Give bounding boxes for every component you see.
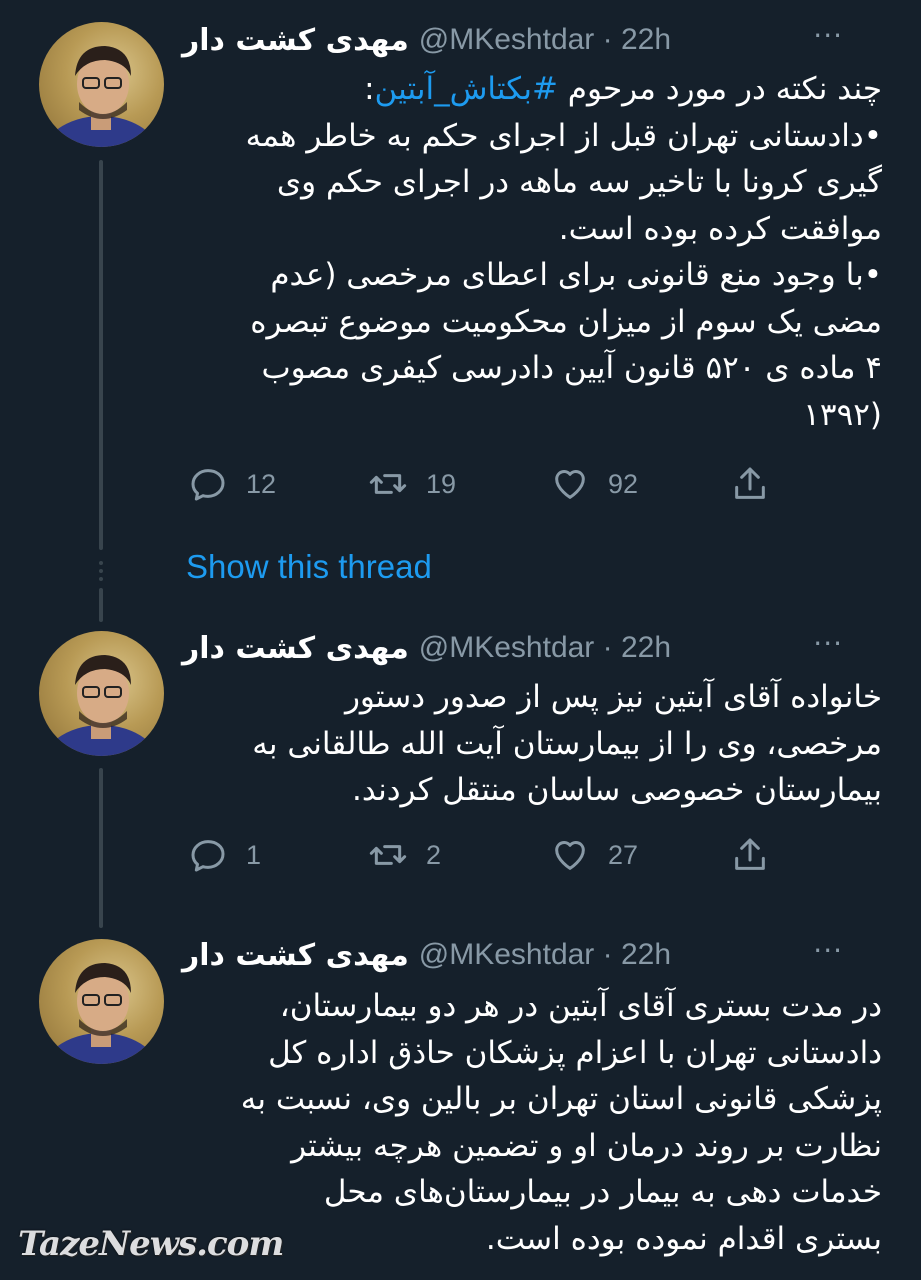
like-button[interactable]: 27: [550, 830, 638, 880]
handle-and-time[interactable]: @MKeshtdar · 22h: [419, 938, 671, 972]
tweet-line: چند نکته در مورد مرحوم #بکتاش_آبتین:: [182, 66, 882, 113]
tweet-line: در مدت بستری آقای آبتین در هر دو بیمارست…: [279, 988, 882, 1024]
display-name[interactable]: مهدی کشت دار: [182, 938, 409, 973]
tweet-line: گیری کرونا با تاخیر سه ماهه در اجرای حکم…: [276, 164, 882, 200]
tweet-actions: 1 2 27: [182, 830, 802, 880]
more-icon[interactable]: ···: [813, 22, 843, 50]
retweet-icon: [369, 845, 407, 865]
display-name[interactable]: مهدی کشت دار: [182, 631, 409, 666]
tweet-header: مهدی کشت دار @MKeshtdar · 22h ···: [182, 626, 881, 670]
tweet-line: ۴ ماده ی ۵۲۰ قانون آیین دادرسی کیفری مصو…: [261, 350, 882, 386]
share-button[interactable]: [730, 459, 770, 509]
handle-and-time[interactable]: @MKeshtdar · 22h: [419, 631, 671, 665]
text-segment: چند نکته در مورد مرحوم: [557, 71, 882, 107]
handle-and-time[interactable]: @MKeshtdar · 22h: [419, 23, 671, 57]
retweet-icon: [369, 474, 407, 494]
thread-line-upper: [99, 588, 103, 622]
thread-dot: [99, 561, 103, 565]
share-icon: [735, 838, 765, 870]
heart-icon: [555, 470, 585, 499]
tweet-line: موافقت کرده بوده است.: [558, 210, 882, 247]
reply-button[interactable]: 12: [188, 459, 276, 509]
thread-dot: [99, 569, 103, 573]
tweet-actions: 12 19 92: [182, 459, 802, 509]
tweet-line: بیمارستان خصوصی ساسان منتقل کردند.: [352, 772, 882, 808]
tweet-text: چند نکته در مورد مرحوم #بکتاش_آبتین: •دا…: [182, 66, 882, 438]
tweet-line: •دادستانی تهران قبل از اجرای حکم به خاطر…: [245, 117, 882, 154]
reply-button[interactable]: 1: [188, 830, 261, 880]
thread-line-middle: [99, 768, 103, 928]
retweet-count: 2: [426, 839, 442, 870]
avatar[interactable]: [39, 631, 164, 756]
tweet-line: پزشکی قانونی استان تهران بر بالین وی، نس…: [240, 1081, 882, 1117]
hashtag-link[interactable]: #بکتاش_آبتین: [375, 71, 558, 107]
reply-icon: [191, 840, 225, 872]
reply-count: 12: [246, 468, 277, 499]
thread-dot: [99, 577, 103, 581]
watermark-logo: TazeNews.com: [18, 1224, 284, 1264]
more-icon[interactable]: ···: [813, 630, 843, 658]
tweet-header: مهدی کشت دار @MKeshtdar · 22h ···: [182, 933, 881, 977]
avatar[interactable]: [39, 22, 164, 147]
tweet-line: نظارت بر روند درمان او و تضمین هرچه بیشت…: [291, 1127, 882, 1164]
tweet-line: دادستانی تهران با اعزام پزشکان حاذق ادار…: [268, 1034, 882, 1071]
share-button[interactable]: [730, 830, 770, 880]
tweet-line: مرخصی، وی را از بیمارستان آیت الله طالقا…: [252, 725, 882, 762]
tweet-line: مضی یک سوم از میزان محکومیت موضوع تبصره: [250, 303, 882, 340]
avatar[interactable]: [39, 939, 164, 1064]
more-icon[interactable]: ···: [813, 937, 843, 965]
show-thread-link[interactable]: Show this thread: [186, 548, 432, 586]
retweet-count: 19: [426, 468, 457, 499]
heart-icon: [555, 841, 585, 870]
tweet-header: مهدی کشت دار @MKeshtdar · 22h ···: [182, 18, 881, 62]
display-name[interactable]: مهدی کشت دار: [182, 23, 409, 58]
tweet-line: بستری اقدام نموده بوده است.: [485, 1220, 882, 1257]
retweet-button[interactable]: 2: [368, 830, 441, 880]
tweet-text: در مدت بستری آقای آبتین در هر دو بیمارست…: [182, 983, 882, 1262]
like-count: 27: [608, 839, 639, 870]
thread-line-top: [99, 160, 103, 550]
tweet-line: (۱۳۹۲: [803, 396, 882, 433]
tweet-line: خانواده آقای آبتین نیز پس از صدور دستور: [344, 679, 882, 715]
reply-count: 1: [246, 839, 262, 870]
tweet-line: •با وجود منع قانونی برای اعطای مرخصی (عد…: [270, 257, 882, 293]
retweet-button[interactable]: 19: [368, 459, 456, 509]
share-icon: [735, 467, 765, 499]
tweet-text: خانواده آقای آبتین نیز پس از صدور دستور …: [182, 674, 882, 814]
like-button[interactable]: 92: [550, 459, 638, 509]
tweet-line: خدمات دهی به بیمار در بیمارستان‌های محل: [323, 1174, 882, 1210]
like-count: 92: [608, 468, 639, 499]
text-segment: :: [364, 71, 375, 107]
reply-icon: [191, 469, 225, 501]
